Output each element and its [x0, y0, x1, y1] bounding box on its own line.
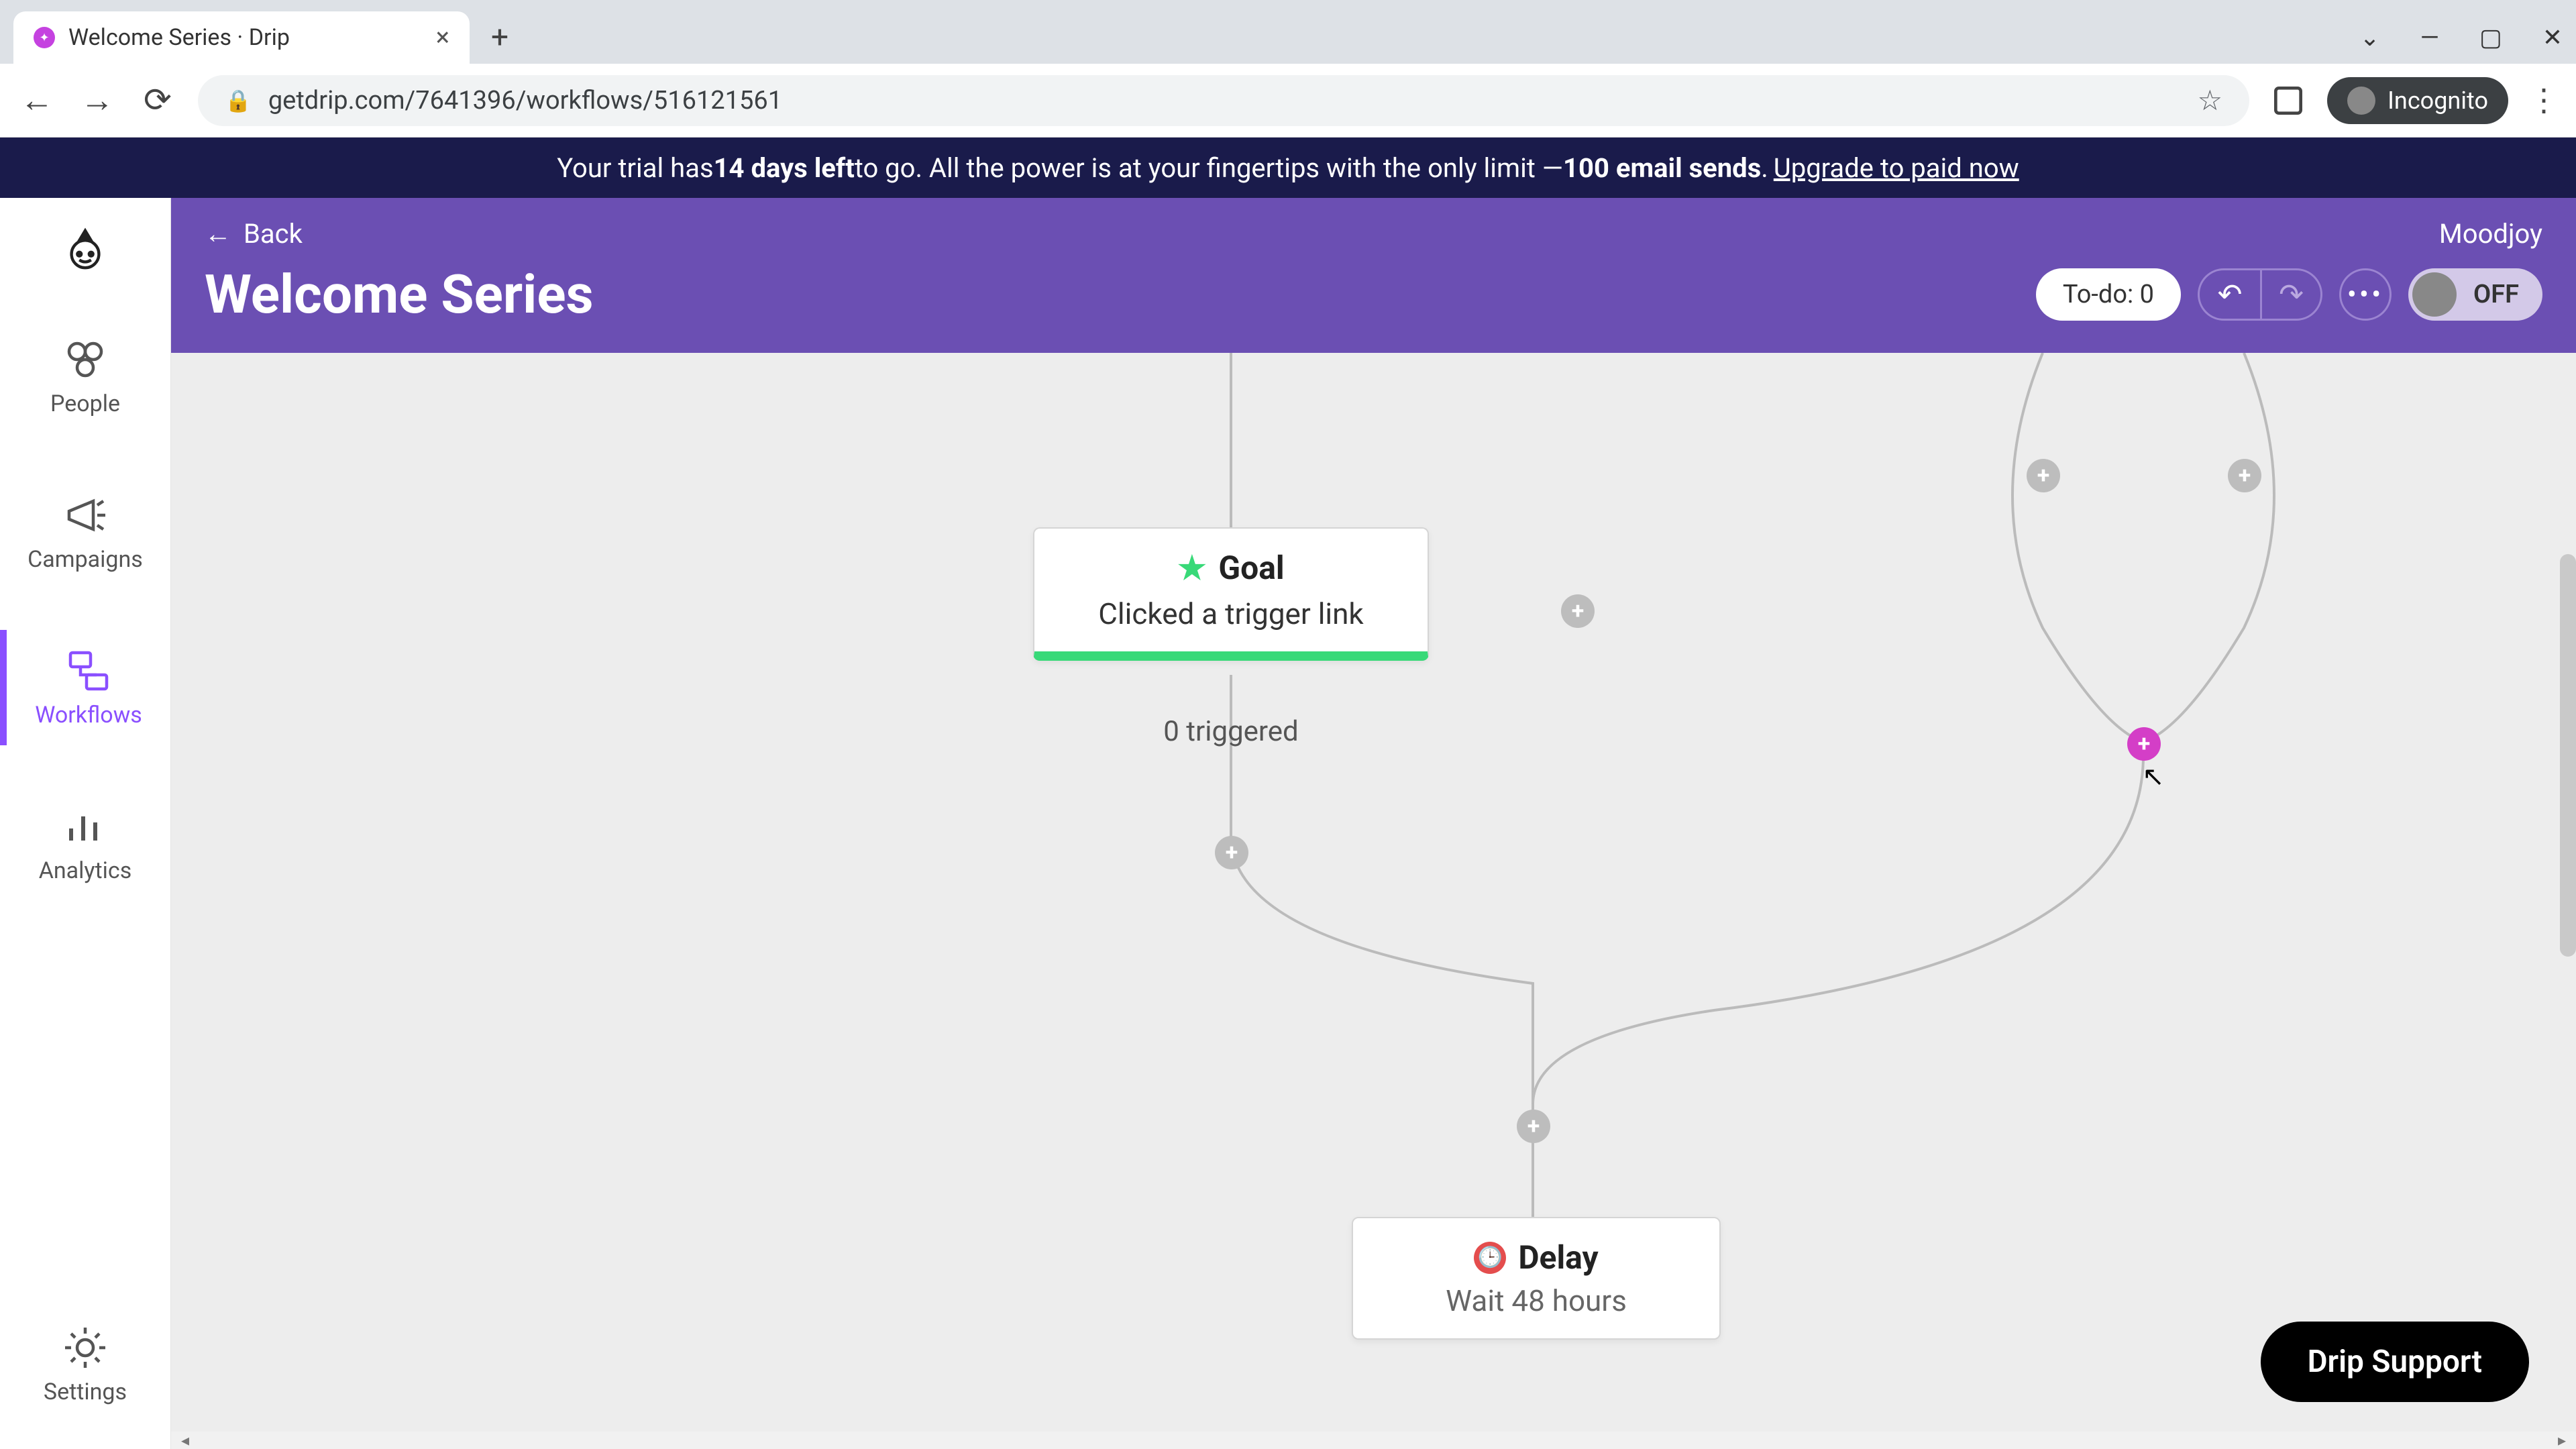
goal-node[interactable]: ★ Goal Clicked a trigger link: [1033, 527, 1429, 661]
star-icon: ★: [1177, 549, 1206, 587]
header-actions: To-do: 0 ↶ ↷ ••• OFF: [2036, 268, 2542, 321]
toggle-label: OFF: [2473, 280, 2519, 309]
sidebar-item-settings[interactable]: Settings: [0, 1307, 170, 1422]
tab-close-icon[interactable]: ×: [436, 25, 449, 50]
reload-icon[interactable]: ⟳: [138, 80, 178, 120]
workflow-toggle[interactable]: OFF: [2408, 268, 2542, 321]
workflows-icon: [64, 647, 113, 695]
delay-title: Delay: [1518, 1238, 1598, 1277]
people-icon: [61, 335, 109, 384]
sidebar-label: Campaigns: [28, 546, 143, 573]
goal-triggered-count: 0 triggered: [1163, 715, 1298, 748]
main-area: ← Back Moodjoy Welcome Series To-do: 0 ↶…: [171, 198, 2576, 1449]
window-controls: ⌄ ― ▢ ✕: [2360, 11, 2563, 64]
sidebar: People Campaigns Workflows Analytics Set…: [0, 198, 171, 1449]
new-tab-button[interactable]: +: [476, 14, 523, 61]
add-step-button[interactable]: +: [2027, 459, 2060, 492]
tab-bar: Welcome Series · Drip × + ⌄ ― ▢ ✕: [0, 0, 2576, 64]
todo-chip[interactable]: To-do: 0: [2036, 268, 2181, 321]
trial-text-suffix: .: [1761, 152, 1768, 184]
add-step-button[interactable]: +: [1561, 594, 1595, 628]
tabs-dropdown-icon[interactable]: ⌄: [2360, 23, 2380, 52]
cursor-icon: ↖: [2142, 761, 2165, 792]
sidebar-item-analytics[interactable]: Analytics: [0, 786, 170, 901]
trial-days-left: 14 days left: [714, 152, 855, 184]
trial-banner: Your trial has 14 days left to go. All t…: [0, 138, 2576, 198]
workflow-canvas[interactable]: ★ Goal Clicked a trigger link 0 triggere…: [171, 353, 2576, 1449]
more-menu-button[interactable]: •••: [2339, 268, 2392, 321]
maximize-icon[interactable]: ▢: [2479, 23, 2502, 52]
browser-tab[interactable]: Welcome Series · Drip ×: [13, 11, 470, 64]
incognito-label: Incognito: [2387, 87, 2488, 115]
sidebar-item-workflows[interactable]: Workflows: [0, 630, 170, 745]
gear-icon: [61, 1324, 109, 1372]
minimize-icon[interactable]: ―: [2420, 23, 2439, 52]
workflow-title: Welcome Series: [205, 263, 594, 326]
delay-node[interactable]: 🕒 Delay Wait 48 hours: [1352, 1217, 1721, 1340]
extensions-icon[interactable]: [2269, 82, 2307, 119]
sidebar-label: Workflows: [35, 702, 142, 729]
back-icon[interactable]: ←: [17, 80, 57, 120]
delay-subtitle: Wait 48 hours: [1373, 1283, 1699, 1318]
incognito-chip[interactable]: Incognito: [2327, 77, 2508, 124]
url-text: getdrip.com/7641396/workflows/516121561: [268, 86, 782, 115]
add-step-button[interactable]: +: [1517, 1110, 1550, 1143]
back-label: Back: [244, 218, 303, 250]
forward-icon[interactable]: →: [77, 80, 117, 120]
app-shell: People Campaigns Workflows Analytics Set…: [0, 198, 2576, 1449]
incognito-icon: [2347, 87, 2375, 115]
goal-subtitle: Clicked a trigger link: [1055, 596, 1407, 631]
bookmark-star-icon[interactable]: ☆: [2197, 84, 2222, 117]
trial-text-prefix: Your trial has: [557, 152, 713, 184]
vertical-scrollbar[interactable]: [2560, 554, 2576, 957]
sidebar-label: People: [50, 390, 120, 417]
browser-menu-icon[interactable]: ⋮: [2528, 82, 2559, 119]
workflow-header: ← Back Moodjoy Welcome Series To-do: 0 ↶…: [171, 198, 2576, 353]
megaphone-icon: [61, 491, 109, 539]
trial-text-mid: to go. All the power is at your fingerti…: [855, 152, 1563, 184]
browser-chrome: Welcome Series · Drip × + ⌄ ― ▢ ✕ ← → ⟳ …: [0, 0, 2576, 138]
horizontal-scrollbar[interactable]: ◂▸: [171, 1432, 2576, 1449]
goal-title: Goal: [1218, 549, 1284, 587]
add-step-button[interactable]: +: [2228, 459, 2261, 492]
drip-logo-icon[interactable]: [55, 218, 115, 278]
clock-icon: 🕒: [1474, 1242, 1506, 1274]
workspace-name[interactable]: Moodjoy: [2439, 218, 2542, 250]
back-button[interactable]: ← Back: [205, 218, 303, 250]
add-step-button[interactable]: +: [1215, 836, 1248, 869]
arrow-left-icon: ←: [205, 218, 231, 250]
support-button[interactable]: Drip Support: [2261, 1322, 2529, 1402]
undo-button[interactable]: ↶: [2200, 270, 2260, 319]
sidebar-item-campaigns[interactable]: Campaigns: [0, 474, 170, 590]
toggle-knob: [2412, 272, 2457, 317]
trial-send-limit: 100 email sends: [1563, 152, 1761, 184]
redo-button[interactable]: ↷: [2260, 270, 2320, 319]
drip-favicon-icon: [34, 27, 55, 48]
upgrade-link[interactable]: Upgrade to paid now: [1774, 152, 2019, 184]
close-window-icon[interactable]: ✕: [2542, 23, 2563, 52]
undo-redo-group: ↶ ↷: [2198, 268, 2322, 321]
tab-title: Welcome Series · Drip: [68, 24, 423, 51]
url-field[interactable]: 🔒 getdrip.com/7641396/workflows/51612156…: [198, 75, 2249, 126]
lock-icon: 🔒: [225, 88, 252, 113]
add-step-button-active[interactable]: +: [2127, 727, 2161, 761]
sidebar-label: Analytics: [39, 857, 132, 884]
sidebar-label: Settings: [44, 1379, 127, 1405]
address-bar: ← → ⟳ 🔒 getdrip.com/7641396/workflows/51…: [0, 64, 2576, 138]
analytics-icon: [61, 802, 109, 851]
sidebar-item-people[interactable]: People: [0, 319, 170, 434]
